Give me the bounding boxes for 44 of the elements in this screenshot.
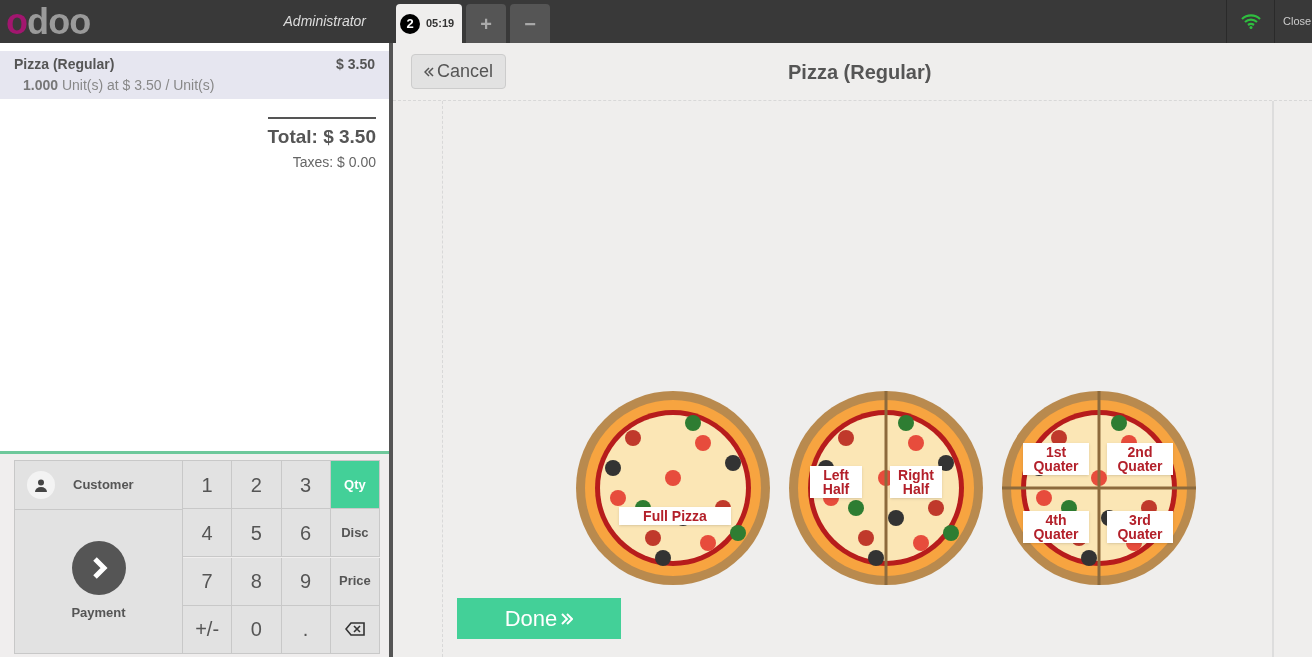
keypad-key[interactable]: 8: [232, 557, 282, 606]
keypad-key[interactable]: 6: [281, 509, 331, 558]
order-total: Total: $ 3.50: [267, 125, 376, 149]
pizza-portion-label[interactable]: Full Pizza: [619, 507, 731, 525]
order-taxes: Taxes: $ 0.00: [292, 152, 376, 172]
keypad-key[interactable]: 5: [232, 509, 282, 558]
keypad-key[interactable]: 1: [183, 461, 233, 509]
pizza-portion-label[interactable]: 1st Quater: [1023, 443, 1089, 475]
double-chevron-right-icon: [561, 612, 574, 625]
cancel-button[interactable]: Cancel: [411, 54, 507, 89]
pizza-portion-label[interactable]: 2nd Quater: [1107, 443, 1173, 475]
pizza-portion-label[interactable]: 4th Quater: [1023, 511, 1089, 543]
backspace-icon: [344, 622, 365, 637]
keypad-key[interactable]: .: [281, 605, 331, 654]
pizza-portion-label[interactable]: Left Half: [810, 466, 862, 498]
add-order-button[interactable]: +: [466, 4, 506, 43]
order-tab[interactable]: 2 05:19: [396, 4, 462, 43]
keypad-key[interactable]: Disc: [330, 509, 380, 558]
wifi-icon: [1240, 14, 1261, 29]
product-title: Pizza (Regular): [788, 59, 932, 85]
order-time: 05:19: [426, 16, 455, 32]
keypad-key[interactable]: +/-: [183, 605, 233, 654]
keypad-key[interactable]: 9: [281, 557, 331, 606]
keypad-key[interactable]: 3: [281, 461, 331, 509]
keypad-key[interactable]: Price: [330, 557, 380, 606]
order-number-badge: 2: [400, 13, 420, 34]
line-price: $ 3.50: [336, 55, 375, 74]
pizza-portion-label[interactable]: Right Half: [890, 466, 942, 498]
pizza-portion-label[interactable]: 3rd Quater: [1107, 511, 1173, 543]
keypad-key[interactable]: 7: [183, 557, 233, 606]
user-name: Administrator: [283, 12, 366, 31]
double-chevron-left-icon: [424, 66, 434, 77]
line-detail: 1.000 Unit(s) at $ 3.50 / Unit(s): [22, 76, 216, 95]
person-icon: [27, 471, 55, 499]
payment-button[interactable]: Payment: [15, 510, 182, 654]
chevron-right-icon: [71, 540, 126, 595]
keypad-key[interactable]: 0: [232, 605, 282, 654]
product-name: Pizza (Regular): [14, 55, 115, 74]
customer-button[interactable]: Customer: [15, 461, 182, 510]
backspace-key[interactable]: [330, 605, 380, 654]
logo: odoo: [5, 0, 92, 43]
remove-order-button[interactable]: −: [510, 4, 550, 43]
keypad-key[interactable]: 4: [183, 509, 233, 558]
keypad-key[interactable]: 2: [232, 461, 282, 509]
